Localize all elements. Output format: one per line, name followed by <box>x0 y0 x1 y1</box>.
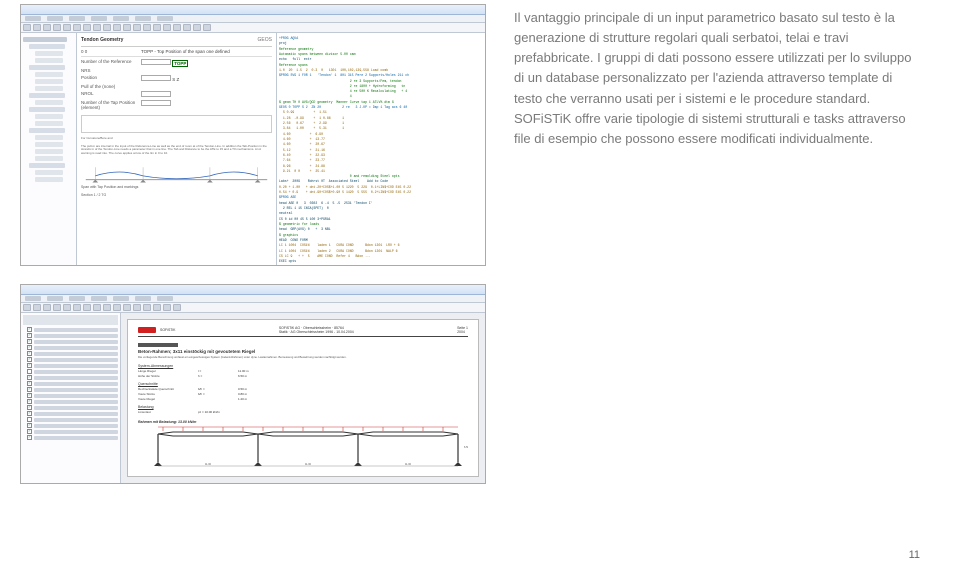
section-bar <box>138 343 178 347</box>
screenshot-editor: Tendon Geometry GEOS 0 0 TOPP - Top Posi… <box>20 4 486 266</box>
list-item[interactable] <box>23 357 118 362</box>
topp-chip: TOPP <box>172 60 188 67</box>
section-label: Section 1 / 2 TG <box>81 193 272 198</box>
list-item[interactable] <box>23 435 118 440</box>
menubar <box>21 295 485 303</box>
list-item[interactable] <box>23 369 118 374</box>
sec-dim: System-Abmessungen <box>138 364 468 368</box>
report-body: SOFiSTiK SOFiSTiK AG · Oberschleissheim … <box>21 313 485 483</box>
list-item[interactable] <box>23 327 118 332</box>
row-1: Tendon Geometry GEOS 0 0 TOPP - Top Posi… <box>20 4 930 266</box>
property-panel: Tendon Geometry GEOS 0 0 TOPP - Top Posi… <box>77 33 277 265</box>
sheet-intro: Die vorliegende Berechnung umfasst ein e… <box>138 356 468 360</box>
sofistik-logo-icon <box>138 327 156 333</box>
list-item[interactable] <box>23 345 118 350</box>
list-item[interactable] <box>23 351 118 356</box>
list-item[interactable] <box>23 381 118 386</box>
panel-code: GEOS <box>258 37 272 44</box>
list-item[interactable] <box>23 387 118 392</box>
subfield1: Number of the Reference <box>81 59 141 67</box>
input-box[interactable] <box>141 75 171 81</box>
beam-label: Span with Tap Position and markings <box>81 185 272 190</box>
svg-text:11.00: 11.00 <box>305 463 312 466</box>
description-paragraph: Il vantaggio principale di un input para… <box>514 8 924 149</box>
project-tree[interactable] <box>21 33 77 265</box>
svg-text:6.50: 6.50 <box>464 446 468 449</box>
tree-header <box>23 315 118 325</box>
field-code-label: 0 0 <box>81 49 141 55</box>
sheet-header: SOFiSTiK SOFiSTiK AG · Oberschleissheim … <box>138 326 468 337</box>
screenshot-report: SOFiSTiK SOFiSTiK AG · Oberschleissheim … <box>20 284 486 484</box>
input-box[interactable] <box>141 100 171 106</box>
opt-z: Z <box>177 77 180 82</box>
doc-sub: Statik · AG Oberschleissheim 1996 - 10.0… <box>279 330 354 334</box>
roll-label: NROL <box>81 91 141 99</box>
checkbox-icon[interactable] <box>27 363 32 368</box>
fine-print: The pull-in are internal in the input of… <box>81 145 272 156</box>
footer-left: For Curvature/Bore and <box>81 137 272 141</box>
menubar <box>21 15 485 23</box>
tap-label: Number of the Tap Position (element) <box>81 100 141 112</box>
code-editor[interactable]: +PROG AQUA proj Reference geometry Autom… <box>277 33 485 265</box>
window-titlebar <box>21 285 485 295</box>
svg-text:11.00: 11.00 <box>205 463 212 466</box>
list-item[interactable] <box>23 375 118 380</box>
list-item[interactable] <box>23 339 118 344</box>
frame-caption: Rahmen mit Belastung: 13.00 kN/m <box>138 420 468 424</box>
checkbox-icon[interactable] <box>27 411 32 416</box>
row-2: SOFiSTiK SOFiSTiK AG · Oberschleissheim … <box>20 284 930 484</box>
tendon-sketch <box>81 162 272 184</box>
position-label: Position <box>81 75 141 83</box>
opt-s: S <box>172 77 175 82</box>
document-page: Tendon Geometry GEOS 0 0 TOPP - Top Posi… <box>0 0 960 575</box>
svg-text:11.00: 11.00 <box>405 463 412 466</box>
list-item[interactable] <box>23 405 118 410</box>
subfield2: NRS <box>81 68 141 74</box>
brand-text: SOFiSTiK <box>160 328 175 332</box>
list-item[interactable] <box>23 411 118 416</box>
frame-diagram: 11.00 11.00 11.00 6.50 <box>138 426 468 468</box>
sec-q: Querschnitte <box>138 382 468 386</box>
report-sheet: SOFiSTiK SOFiSTiK AG · Oberschleissheim … <box>127 319 479 477</box>
input-box[interactable] <box>141 91 171 97</box>
toolbar <box>21 23 485 33</box>
window-titlebar <box>21 5 485 15</box>
list-item[interactable] <box>23 399 118 404</box>
panel-title: Tendon Geometry <box>81 37 123 43</box>
editor-body: Tendon Geometry GEOS 0 0 TOPP - Top Posi… <box>21 33 485 265</box>
description-column: Il vantaggio principale di un input para… <box>514 4 924 266</box>
list-item[interactable] <box>23 423 118 428</box>
input-box[interactable] <box>141 59 171 65</box>
date-ref: 2004 <box>457 330 468 334</box>
field-code-desc: TOPP - Top Position of the span one defi… <box>141 49 272 55</box>
list-item[interactable] <box>23 363 118 368</box>
checkbox-icon[interactable] <box>27 435 32 440</box>
report-viewport: SOFiSTiK SOFiSTiK AG · Oberschleissheim … <box>121 313 485 483</box>
task-tree[interactable] <box>21 313 121 483</box>
list-item[interactable] <box>23 333 118 338</box>
list-item[interactable] <box>23 429 118 434</box>
page-number: 11 <box>909 549 920 561</box>
toolbar <box>21 303 485 313</box>
mini-table <box>81 115 272 133</box>
sheet-title: Beton-Rahmen; 3x11 einstöckig mit gevout… <box>138 349 468 354</box>
list-item[interactable] <box>23 417 118 422</box>
pull-label: Pull of the (none) <box>81 84 141 90</box>
list-item[interactable] <box>23 393 118 398</box>
sec-load: Belastung <box>138 405 468 409</box>
